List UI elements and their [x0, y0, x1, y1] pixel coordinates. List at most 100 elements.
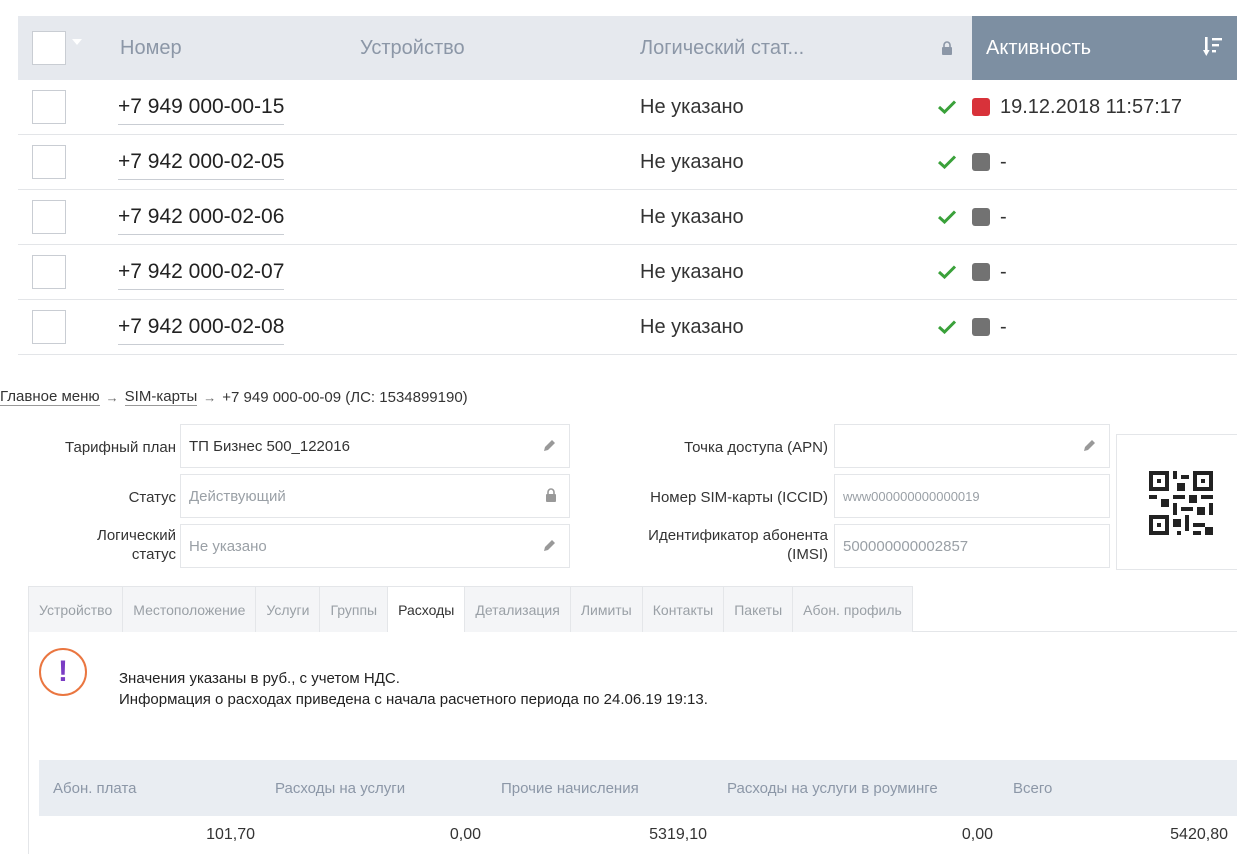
row-number[interactable]: +7 942 000-02-05 [108, 150, 360, 180]
row-logical-status: Не указано [640, 150, 744, 173]
info-line-vat: Значения указаны в руб., с учетом НДС. [119, 670, 400, 687]
tab-0[interactable]: Устройство [28, 586, 124, 632]
row-number-link[interactable]: +7 949 000-00-15 [118, 95, 285, 125]
row-number[interactable]: +7 942 000-02-08 [108, 315, 360, 345]
sim-details-form: Тарифный план ТП Бизнес 500_122016 Стату… [0, 424, 1237, 574]
status-field: Действующий [180, 474, 570, 518]
tab-7[interactable]: Контакты [641, 586, 725, 632]
row-lock-status [922, 155, 972, 169]
header-roaming-expenses: Расходы на услуги в роуминге [727, 779, 938, 797]
tab-2[interactable]: Услуги [255, 586, 321, 632]
row-number-link[interactable]: +7 942 000-02-05 [118, 150, 285, 180]
breadcrumb-current: +7 949 000-00-09 (ЛС: 1534899190) [222, 388, 468, 406]
iccid-value: www000000000000019 [843, 488, 980, 504]
tab-6[interactable]: Лимиты [569, 586, 643, 632]
logical-status-label-line2: статус [131, 546, 176, 563]
row-lock-status [922, 100, 972, 114]
row-checkbox[interactable] [32, 310, 66, 344]
tariff-field[interactable]: ТП Бизнес 500_122016 [180, 424, 570, 468]
pencil-icon[interactable] [541, 438, 557, 454]
table-row[interactable]: +7 942 000-02-05 Не указано - [18, 135, 1237, 190]
logical-status-field[interactable]: Не указано [180, 524, 570, 568]
row-activity-text: - [1000, 260, 1007, 283]
row-activity: - [972, 316, 1237, 339]
check-icon [938, 320, 956, 334]
row-select[interactable] [18, 310, 108, 344]
tariff-label: Тарифный план [64, 439, 176, 456]
iccid-field: www000000000000019 [834, 474, 1110, 518]
activity-indicator-icon [972, 318, 990, 336]
imsi-label-line2: (IMSI) [787, 546, 828, 563]
breadcrumb: Главное меню → SIM-карты → +7 949 000-00… [0, 388, 468, 406]
row-select[interactable] [18, 145, 108, 179]
row-number[interactable]: +7 949 000-00-15 [108, 95, 360, 125]
tab-5[interactable]: Детализация [464, 586, 571, 632]
row-activity: - [972, 261, 1237, 284]
value-roaming-expenses: 0,00 [961, 826, 993, 843]
pencil-icon[interactable] [1081, 438, 1097, 454]
row-activity-text: - [1000, 150, 1007, 173]
row-activity: - [972, 151, 1237, 174]
table-row[interactable]: +7 949 000-00-15 Не указано 19.12.2018 11:… [18, 80, 1237, 135]
value-service-expenses: 0,00 [449, 826, 481, 843]
row-select[interactable] [18, 255, 108, 289]
header-subscription-fee: Абон. плата [53, 779, 137, 797]
row-checkbox[interactable] [32, 200, 66, 234]
select-all-checkbox[interactable] [32, 31, 66, 65]
table-row[interactable]: +7 942 000-02-07 Не указано - [18, 245, 1237, 300]
sim-table: Номер Устройство Логический стат... Акти… [18, 16, 1237, 355]
sim-table-header: Номер Устройство Логический стат... Акти… [18, 16, 1237, 80]
row-checkbox[interactable] [32, 255, 66, 289]
row-logical-status: Не указано [640, 205, 744, 228]
column-logical-status[interactable]: Логический стат... [640, 16, 922, 80]
sort-icon[interactable] [1203, 36, 1223, 58]
value-subscription-fee: 101,70 [206, 826, 255, 843]
expenses-panel: ! Значения указаны в руб., с учетом НДС.… [28, 632, 1237, 854]
table-row[interactable]: +7 942 000-02-06 Не указано - [18, 190, 1237, 245]
tab-4[interactable]: Расходы [387, 586, 466, 632]
lock-icon [546, 488, 556, 502]
tab-9[interactable]: Абон. профиль [792, 586, 913, 632]
tab-3[interactable]: Группы [319, 586, 389, 632]
row-checkbox[interactable] [32, 145, 66, 179]
logical-status-label-line1: Логический [96, 527, 176, 544]
row-select[interactable] [18, 90, 108, 124]
detail-tabs: Устройство Местоположение Услуги Группы Расх… [28, 586, 1237, 632]
tab-1[interactable]: Местоположение [122, 586, 257, 632]
lock-icon [942, 41, 952, 55]
expenses-table-header: Абон. плата Расходы на услуги Прочие нач… [39, 760, 1237, 816]
select-all[interactable] [18, 16, 108, 80]
breadcrumb-main-menu[interactable]: Главное меню [0, 388, 100, 406]
row-activity-text: 19.12.2018 11:57:17 [1000, 95, 1183, 118]
chevron-down-icon[interactable] [72, 39, 82, 45]
apn-field[interactable] [834, 424, 1110, 468]
row-number-link[interactable]: +7 942 000-02-08 [118, 315, 285, 345]
breadcrumb-sim-cards[interactable]: SIM-карты [124, 388, 198, 406]
row-number-link[interactable]: +7 942 000-02-07 [118, 260, 285, 290]
row-logical-status: Не указано [640, 260, 744, 283]
check-icon [938, 155, 956, 169]
row-number-link[interactable]: +7 942 000-02-06 [118, 205, 285, 235]
column-number[interactable]: Номер [108, 16, 360, 80]
breadcrumb-separator: → [203, 389, 217, 405]
row-select[interactable] [18, 200, 108, 234]
logical-status-value: Не указано [189, 537, 267, 555]
qr-code-box[interactable] [1116, 434, 1237, 570]
row-checkbox[interactable] [32, 90, 66, 124]
check-icon [938, 100, 956, 114]
pencil-icon[interactable] [541, 538, 557, 554]
column-lock[interactable] [922, 16, 972, 80]
row-number[interactable]: +7 942 000-02-07 [108, 260, 360, 290]
status-label: Статус [128, 489, 176, 506]
column-activity[interactable]: Активность [972, 16, 1237, 80]
header-service-expenses: Расходы на услуги [275, 779, 406, 797]
row-logical-status: Не указано [640, 315, 744, 338]
row-lock-status [922, 320, 972, 334]
tab-8[interactable]: Пакеты [723, 586, 794, 632]
row-number[interactable]: +7 942 000-02-06 [108, 205, 360, 235]
imsi-value: 500000000002857 [843, 537, 969, 555]
info-line-period: Информация о расходах приведена с начала… [119, 691, 708, 708]
column-device[interactable]: Устройство [360, 16, 640, 80]
row-activity: - [972, 206, 1237, 229]
table-row[interactable]: +7 942 000-02-08 Не указано - [18, 300, 1237, 355]
